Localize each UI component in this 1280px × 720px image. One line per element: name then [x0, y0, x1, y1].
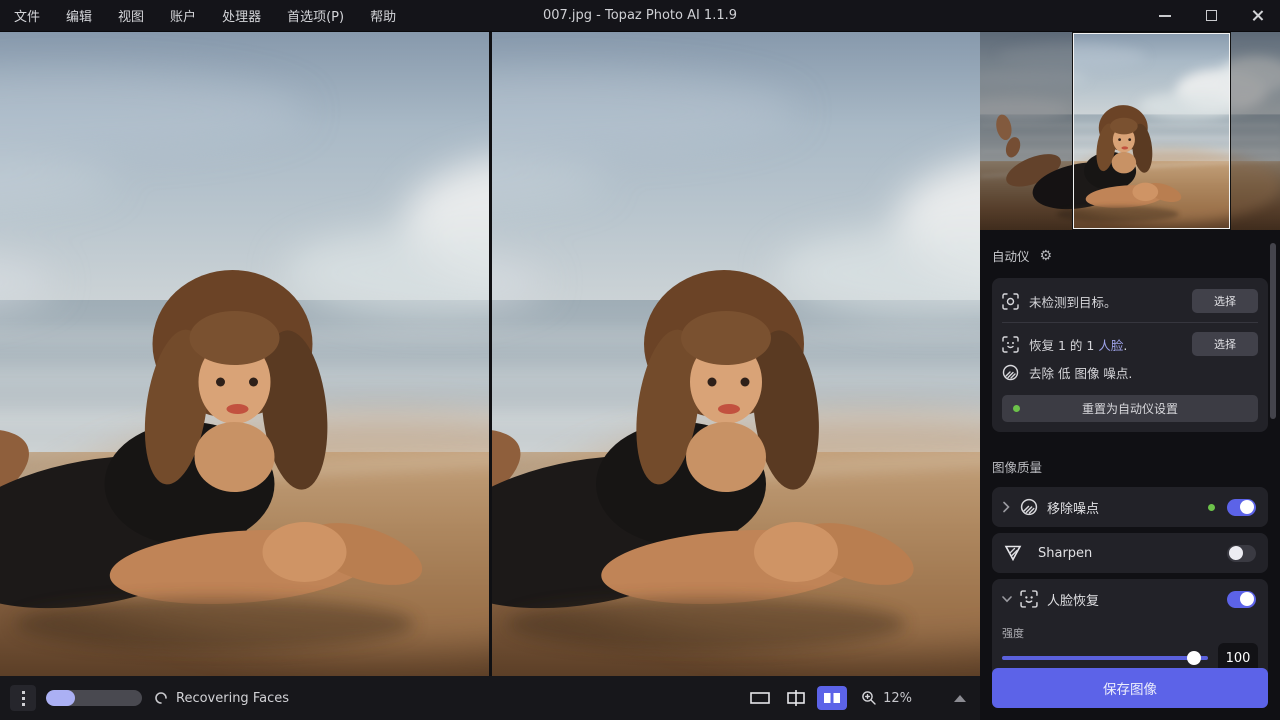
sharpen-toggle[interactable]: [1227, 545, 1256, 562]
statusbar: Recovering Faces: [0, 676, 980, 720]
faces-link[interactable]: 人脸: [1098, 338, 1123, 353]
menu-account[interactable]: 账户: [170, 6, 196, 25]
sidebar: 自动仪 ⚙ 未检测到目标。 选择: [980, 32, 1280, 720]
denoise-label: 移除噪点: [1047, 498, 1099, 517]
window-controls: [1142, 0, 1280, 32]
app-window: 文件 编辑 视图 账户 处理器 首选项(P) 帮助 007.jpg - Topa…: [0, 0, 1280, 720]
menu-help[interactable]: 帮助: [370, 6, 396, 25]
after-image-panel[interactable]: [492, 32, 980, 676]
chevron-right-icon[interactable]: [1002, 501, 1012, 513]
image-quality-header: 图像质量: [992, 457, 1268, 476]
titlebar: 文件 编辑 视图 账户 处理器 首选项(P) 帮助 007.jpg - Topa…: [0, 0, 1280, 32]
spinner-icon: [154, 691, 168, 705]
single-view-icon: [750, 691, 770, 705]
autopilot-card: 未检测到目标。 选择 恢复 1 的 1 人脸.: [992, 278, 1268, 432]
minimize-button[interactable]: [1142, 0, 1188, 32]
maximize-icon: [1206, 10, 1217, 21]
select-faces-button[interactable]: 选择: [1192, 332, 1258, 356]
target-detect-icon: [1002, 293, 1019, 310]
face-detect-icon: [1002, 336, 1019, 353]
menu-file[interactable]: 文件: [14, 6, 40, 25]
strength-label: 强度: [1002, 625, 1258, 641]
navigator-viewport-box[interactable]: [1073, 33, 1230, 229]
face-recovery-label: 人脸恢复: [1047, 590, 1099, 609]
slider-knob[interactable]: [1187, 651, 1201, 665]
menu-edit[interactable]: 编辑: [66, 6, 92, 25]
reset-autopilot-button[interactable]: 重置为自动仪设置: [1002, 395, 1258, 422]
zoom-in-icon[interactable]: [861, 690, 877, 706]
remove-noise-icon: [1020, 498, 1038, 516]
faces-status-text: 恢复 1 的 1 人脸.: [1029, 335, 1127, 354]
menu-processor[interactable]: 处理器: [222, 6, 261, 25]
select-target-button[interactable]: 选择: [1192, 289, 1258, 313]
kebab-icon: [22, 691, 25, 694]
sharpen-icon: [1004, 545, 1022, 561]
close-button[interactable]: [1234, 0, 1280, 32]
gear-icon[interactable]: ⚙: [1040, 249, 1053, 263]
single-view-button[interactable]: [745, 686, 775, 710]
before-image-panel[interactable]: [0, 32, 489, 676]
maximize-button[interactable]: [1188, 0, 1234, 32]
settings-panel: 自动仪 ⚙ 未检测到目标。 选择: [980, 230, 1280, 720]
minimize-icon: [1159, 15, 1171, 17]
autopilot-noise-row: 去除 低 图像 噪点.: [1002, 361, 1258, 384]
viewer: Recovering Faces: [0, 32, 980, 720]
chevron-down-icon[interactable]: [1002, 595, 1012, 603]
denoise-icon: [1002, 364, 1019, 381]
split-view-button[interactable]: [781, 686, 811, 710]
comparison-panels: [0, 32, 980, 676]
face-recovery-toggle[interactable]: [1227, 591, 1256, 608]
task-status-label: Recovering Faces: [176, 691, 289, 706]
progress-fill: [46, 690, 75, 706]
side-by-side-view-icon: [823, 692, 841, 704]
autopilot-divider: [1002, 322, 1258, 323]
sidebar-scrollbar[interactable]: [1270, 243, 1276, 419]
split-view-icon: [786, 690, 806, 706]
sharpen-label: Sharpen: [1038, 546, 1092, 561]
autopilot-title: 自动仪: [992, 246, 1030, 265]
face-recovery-header[interactable]: 人脸恢复: [1002, 579, 1258, 619]
denoise-toggle[interactable]: [1227, 499, 1256, 516]
autopilot-faces-row: 恢复 1 的 1 人脸. 选择: [1002, 332, 1258, 356]
zoom-dropdown-icon[interactable]: [954, 695, 966, 702]
navigator-thumbnail[interactable]: [980, 32, 1280, 230]
target-status-text: 未检测到目标。: [1029, 292, 1117, 311]
view-mode-group: [745, 686, 847, 710]
menu-view[interactable]: 视图: [118, 6, 144, 25]
save-image-button[interactable]: 保存图像: [992, 668, 1268, 708]
noise-status-text: 去除 低 图像 噪点.: [1029, 363, 1132, 382]
denoise-filter-card[interactable]: 移除噪点: [992, 487, 1268, 527]
menu-preferences[interactable]: 首选项(P): [287, 6, 344, 25]
zoom-level-label[interactable]: 12%: [883, 691, 912, 706]
green-status-dot: [1013, 405, 1020, 412]
close-icon: [1251, 9, 1264, 22]
face-recovery-icon: [1020, 590, 1038, 608]
navigator-dim-right: [1230, 32, 1280, 230]
menubar: 文件 编辑 视图 账户 处理器 首选项(P) 帮助: [0, 6, 396, 25]
autopilot-target-row: 未检测到目标。 选择: [1002, 289, 1258, 313]
zoom-control: 12%: [861, 690, 966, 706]
side-by-side-view-button[interactable]: [817, 686, 847, 710]
navigator-dim-left: [980, 32, 1074, 230]
more-options-button[interactable]: [10, 685, 36, 711]
progress-bar: [46, 690, 142, 706]
sharpen-filter-card[interactable]: Sharpen: [992, 533, 1268, 573]
denoise-auto-dot: [1208, 504, 1215, 511]
